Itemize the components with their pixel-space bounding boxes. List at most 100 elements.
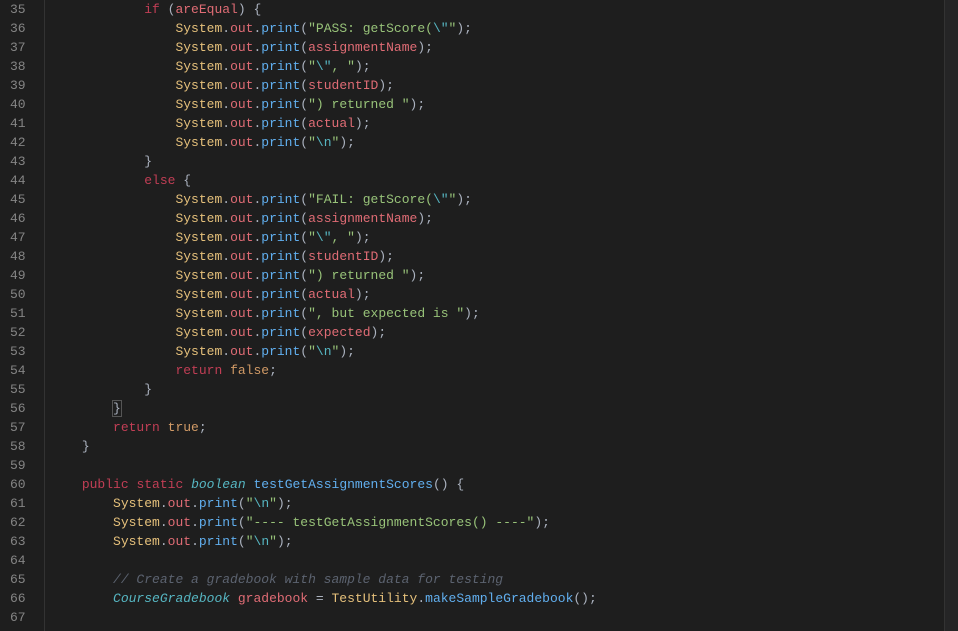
token: . [160, 496, 168, 511]
line-number[interactable]: 59 [10, 456, 26, 475]
line-number[interactable]: 47 [10, 228, 26, 247]
code-line[interactable]: System.out.print("PASS: getScore(\""); [51, 19, 944, 38]
token: System [175, 21, 222, 36]
code-line[interactable]: CourseGradebook gradebook = TestUtility.… [51, 589, 944, 608]
token: \n [254, 496, 270, 511]
code-line[interactable]: // Create a gradebook with sample data f… [51, 570, 944, 589]
token: out [230, 78, 253, 93]
code-line[interactable]: System.out.print(actual); [51, 114, 944, 133]
line-number[interactable]: 60 [10, 475, 26, 494]
line-number[interactable]: 51 [10, 304, 26, 323]
token: . [222, 40, 230, 55]
token: ); [464, 306, 480, 321]
token: . [417, 591, 425, 606]
token: " [308, 344, 316, 359]
line-number[interactable]: 39 [10, 76, 26, 95]
line-number[interactable]: 46 [10, 209, 26, 228]
line-number[interactable]: 55 [10, 380, 26, 399]
token: System [175, 116, 222, 131]
token: out [230, 249, 253, 264]
scrollbar[interactable] [944, 0, 958, 631]
code-area[interactable]: if (areEqual) { System.out.print("PASS: … [45, 0, 944, 631]
token: \" [433, 21, 449, 36]
token: boolean [191, 477, 246, 492]
line-number[interactable]: 42 [10, 133, 26, 152]
code-line[interactable]: System.out.print(") returned "); [51, 266, 944, 285]
code-line[interactable] [51, 456, 944, 475]
token: ); [355, 230, 371, 245]
code-line[interactable]: public static boolean testGetAssignmentS… [51, 475, 944, 494]
token: print [261, 116, 300, 131]
line-number[interactable]: 50 [10, 285, 26, 304]
line-number[interactable]: 37 [10, 38, 26, 57]
line-number[interactable]: 43 [10, 152, 26, 171]
line-number[interactable]: 65 [10, 570, 26, 589]
token [222, 363, 230, 378]
line-number[interactable]: 48 [10, 247, 26, 266]
line-number[interactable]: 54 [10, 361, 26, 380]
line-number[interactable]: 67 [10, 608, 26, 627]
line-number[interactable]: 64 [10, 551, 26, 570]
code-line[interactable]: if (areEqual) { [51, 0, 944, 19]
line-number[interactable]: 35 [10, 0, 26, 19]
line-number-gutter[interactable]: 3536373839404142434445464748495051525354… [0, 0, 45, 631]
code-line[interactable]: System.out.print("---- testGetAssignment… [51, 513, 944, 532]
token: print [261, 249, 300, 264]
line-number[interactable]: 41 [10, 114, 26, 133]
code-line[interactable]: } [51, 399, 944, 418]
code-line[interactable]: System.out.print("\n"); [51, 342, 944, 361]
code-line[interactable]: return false; [51, 361, 944, 380]
token: . [222, 135, 230, 150]
token: ) { [238, 2, 261, 17]
code-line[interactable]: } [51, 152, 944, 171]
line-number[interactable]: 63 [10, 532, 26, 551]
code-line[interactable]: System.out.print(") returned "); [51, 95, 944, 114]
code-line[interactable]: System.out.print(studentID); [51, 247, 944, 266]
code-line[interactable]: System.out.print(expected); [51, 323, 944, 342]
code-line[interactable]: System.out.print("\", "); [51, 228, 944, 247]
token: System [175, 306, 222, 321]
line-number[interactable]: 58 [10, 437, 26, 456]
line-number[interactable]: 66 [10, 589, 26, 608]
token: studentID [308, 249, 378, 264]
code-line[interactable]: System.out.print(studentID); [51, 76, 944, 95]
token: ); [378, 78, 394, 93]
line-number[interactable]: 44 [10, 171, 26, 190]
code-line[interactable]: System.out.print("FAIL: getScore(\""); [51, 190, 944, 209]
code-editor[interactable]: 3536373839404142434445464748495051525354… [0, 0, 958, 631]
code-line[interactable]: System.out.print(assignmentName); [51, 209, 944, 228]
line-number[interactable]: 38 [10, 57, 26, 76]
code-line[interactable]: } [51, 380, 944, 399]
code-line[interactable]: System.out.print(assignmentName); [51, 38, 944, 57]
code-line[interactable]: System.out.print("\n"); [51, 133, 944, 152]
code-line[interactable]: System.out.print("\", "); [51, 57, 944, 76]
line-number[interactable]: 40 [10, 95, 26, 114]
token: ); [277, 496, 293, 511]
line-number[interactable]: 52 [10, 323, 26, 342]
code-line[interactable]: System.out.print("\n"); [51, 494, 944, 513]
code-line[interactable]: System.out.print(", but expected is "); [51, 304, 944, 323]
token: out [168, 515, 191, 530]
token: System [175, 268, 222, 283]
code-line[interactable] [51, 608, 944, 627]
token: ; [269, 363, 277, 378]
line-number[interactable]: 45 [10, 190, 26, 209]
code-line[interactable]: else { [51, 171, 944, 190]
token: print [199, 534, 238, 549]
line-number[interactable]: 36 [10, 19, 26, 38]
token: gradebook [238, 591, 308, 606]
line-number[interactable]: 49 [10, 266, 26, 285]
code-line[interactable] [51, 551, 944, 570]
code-line[interactable]: System.out.print(actual); [51, 285, 944, 304]
token: ); [339, 344, 355, 359]
line-number[interactable]: 61 [10, 494, 26, 513]
token: out [230, 211, 253, 226]
line-number[interactable]: 62 [10, 513, 26, 532]
line-number[interactable]: 57 [10, 418, 26, 437]
code-line[interactable]: return true; [51, 418, 944, 437]
line-number[interactable]: 56 [10, 399, 26, 418]
line-number[interactable]: 53 [10, 342, 26, 361]
code-line[interactable]: System.out.print("\n"); [51, 532, 944, 551]
code-line[interactable]: } [51, 437, 944, 456]
token: . [222, 59, 230, 74]
